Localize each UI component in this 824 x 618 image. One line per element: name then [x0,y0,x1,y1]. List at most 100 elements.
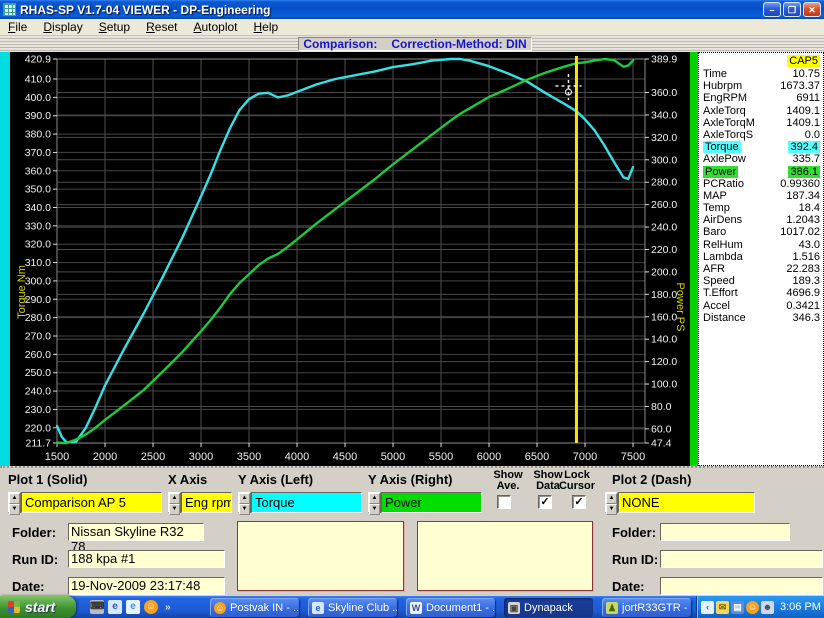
menu-item-setup[interactable]: Setup [91,19,138,36]
y-left-spinner[interactable]: ▲▼ [238,492,251,513]
task-label: Document1 - ... [426,602,495,614]
y-left-combo[interactable]: ▲▼ Torque [238,492,362,513]
clock[interactable]: 3:06 PM [780,601,821,613]
plot1-value[interactable]: Comparison AP 5 [21,492,162,513]
date-label-left: Date: [12,579,45,594]
svg-text:380.0: 380.0 [25,129,51,141]
data-row-hubrpm: Hubrpm1673.37 [703,80,820,92]
y-left-header: Y Axis (Left) [238,472,313,487]
checkbox-data[interactable]: ✓ [538,495,552,509]
data-row-power: Power386.1 [703,166,820,178]
minimize-button[interactable]: – [763,2,781,17]
restore-button[interactable]: ❐ [783,2,801,17]
task-button-5[interactable]: ♟jortR33GTR - ... [602,598,691,617]
task-button-2[interactable]: eSkyline Club ... [308,598,397,617]
svg-text:240.0: 240.0 [25,386,51,398]
y-right-value[interactable]: Power [381,492,482,513]
user-icon[interactable]: ☻ [761,601,774,614]
svg-text:4000: 4000 [285,451,309,463]
messenger-orange-icon[interactable]: ☺ [144,600,158,614]
folder-field-left[interactable]: Nissan Skyline R32 78 [68,523,204,541]
window-title: RHAS-SP V1.7-04 VIEWER - DP-Engineering [20,3,271,17]
svg-text:4500: 4500 [333,451,357,463]
checkbox-cursor[interactable]: ✓ [572,495,586,509]
ie-icon[interactable]: e [108,600,122,614]
y-left-value[interactable]: Torque [251,492,362,513]
menu-item-file[interactable]: File [0,19,35,36]
comment-box-2[interactable] [417,521,593,591]
svg-text:160.0: 160.0 [651,311,677,323]
svg-text:80.0: 80.0 [651,401,672,413]
date-field-right[interactable] [660,577,823,595]
comparison-caption: Comparison: [303,37,377,51]
plot2-spinner[interactable]: ▲▼ [605,492,618,513]
data-row-axlepow: AxlePow335.7 [703,153,820,165]
x-axis-spinner[interactable]: ▲▼ [168,492,181,513]
checkbox-label-ave: Show Ave. [488,470,528,492]
quick-launch-overflow-chevron[interactable]: » [162,602,171,613]
collapse-chevron-icon[interactable]: ‹ [701,601,714,614]
x-axis-combo[interactable]: ▲▼ Eng rpm [168,492,232,513]
right-axis-title: Power PS [674,283,686,332]
live-data-panel: CAP5 Time10.75Hubrpm1673.37EngRPM6911Axl… [698,52,824,466]
comparison-label: Comparison: Correction-Method: DIN [298,37,532,51]
task-button-3[interactable]: WDocument1 - ... [406,598,495,617]
keyboard-icon[interactable]: ⌨ [90,600,104,614]
x-axis-value[interactable]: Eng rpm [181,492,232,513]
svg-text:400.0: 400.0 [25,92,51,104]
date-field-left[interactable]: 19-Nov-2009 23:17:48 [68,577,225,595]
ie-light-icon[interactable]: e [126,600,140,614]
svg-text:100.0: 100.0 [651,379,677,391]
svg-text:5500: 5500 [429,451,453,463]
task-label: Dynapack [524,602,573,614]
comment-box-1[interactable] [237,521,404,591]
data-row-relhum: RelHum43.0 [703,239,820,251]
svg-text:211.7: 211.7 [26,438,52,450]
task-button-4[interactable]: ▣ Dynapack [504,598,593,617]
svg-text:220.0: 220.0 [651,244,677,256]
svg-text:220.0: 220.0 [25,422,51,434]
svg-text:410.0: 410.0 [25,74,51,86]
folder-label-left: Folder: [12,525,56,540]
y-right-combo[interactable]: ▲▼ Power [368,492,482,513]
display-icon[interactable]: ▤ [731,601,744,614]
checkbox-ave[interactable] [497,495,511,509]
close-button[interactable]: ✕ [803,2,821,17]
folder-field-right[interactable] [660,523,790,541]
svg-text:180.0: 180.0 [651,289,677,301]
folder-label-right: Folder: [612,525,656,540]
checkbox-label-cursor: Lock Cursor [557,470,597,492]
plot1-combo[interactable]: ▲▼ Comparison AP 5 [8,492,162,513]
svg-text:350.0: 350.0 [25,184,51,196]
msn-icon: ♟ [606,602,618,614]
quick-launch: ⌨ ee ☺ » [90,596,171,618]
data-row-time: Time10.75 [703,68,820,80]
runid-field-right[interactable] [660,550,823,568]
plot2-header: Plot 2 (Dash) [612,472,691,487]
plot2-value[interactable]: NONE [618,492,755,513]
start-button[interactable]: start [0,596,76,618]
svg-text:260.0: 260.0 [25,349,51,361]
chart-svg: 420.9410.0400.0390.0380.0370.0360.0350.0… [10,52,690,466]
messenger-orange-icon[interactable]: ☺ [746,601,759,614]
data-row-axletorqm: AxleTorqM1409.1 [703,117,820,129]
runid-field-left[interactable]: 188 kpa #1 [68,550,225,568]
svg-text:240.0: 240.0 [651,222,677,234]
svg-text:200.0: 200.0 [651,266,677,278]
menu-item-display[interactable]: Display [35,19,90,36]
task-button-1[interactable]: ☺Postvak IN - ... [210,598,299,617]
dyno-plot[interactable]: 420.9410.0400.0390.0380.0370.0360.0350.0… [10,52,690,466]
app-window: RHAS-SP V1.7-04 VIEWER - DP-Engineering … [0,0,824,618]
y-right-spinner[interactable]: ▲▼ [368,492,381,513]
plot1-spinner[interactable]: ▲▼ [8,492,21,513]
mail-icon[interactable]: ✉ [716,601,729,614]
svg-text:230.0: 230.0 [25,404,51,416]
menu-item-autoplot[interactable]: Autoplot [185,19,245,36]
dynapack-icon: ▣ [508,602,520,614]
svg-text:360.0: 360.0 [651,87,677,99]
menu-item-reset[interactable]: Reset [138,19,185,36]
chart-area: 420.9410.0400.0390.0380.0370.0360.0350.0… [0,52,824,466]
plot2-combo[interactable]: ▲▼ NONE [605,492,755,513]
menu-item-help[interactable]: Help [246,19,287,36]
plot1-header: Plot 1 (Solid) [8,472,87,487]
